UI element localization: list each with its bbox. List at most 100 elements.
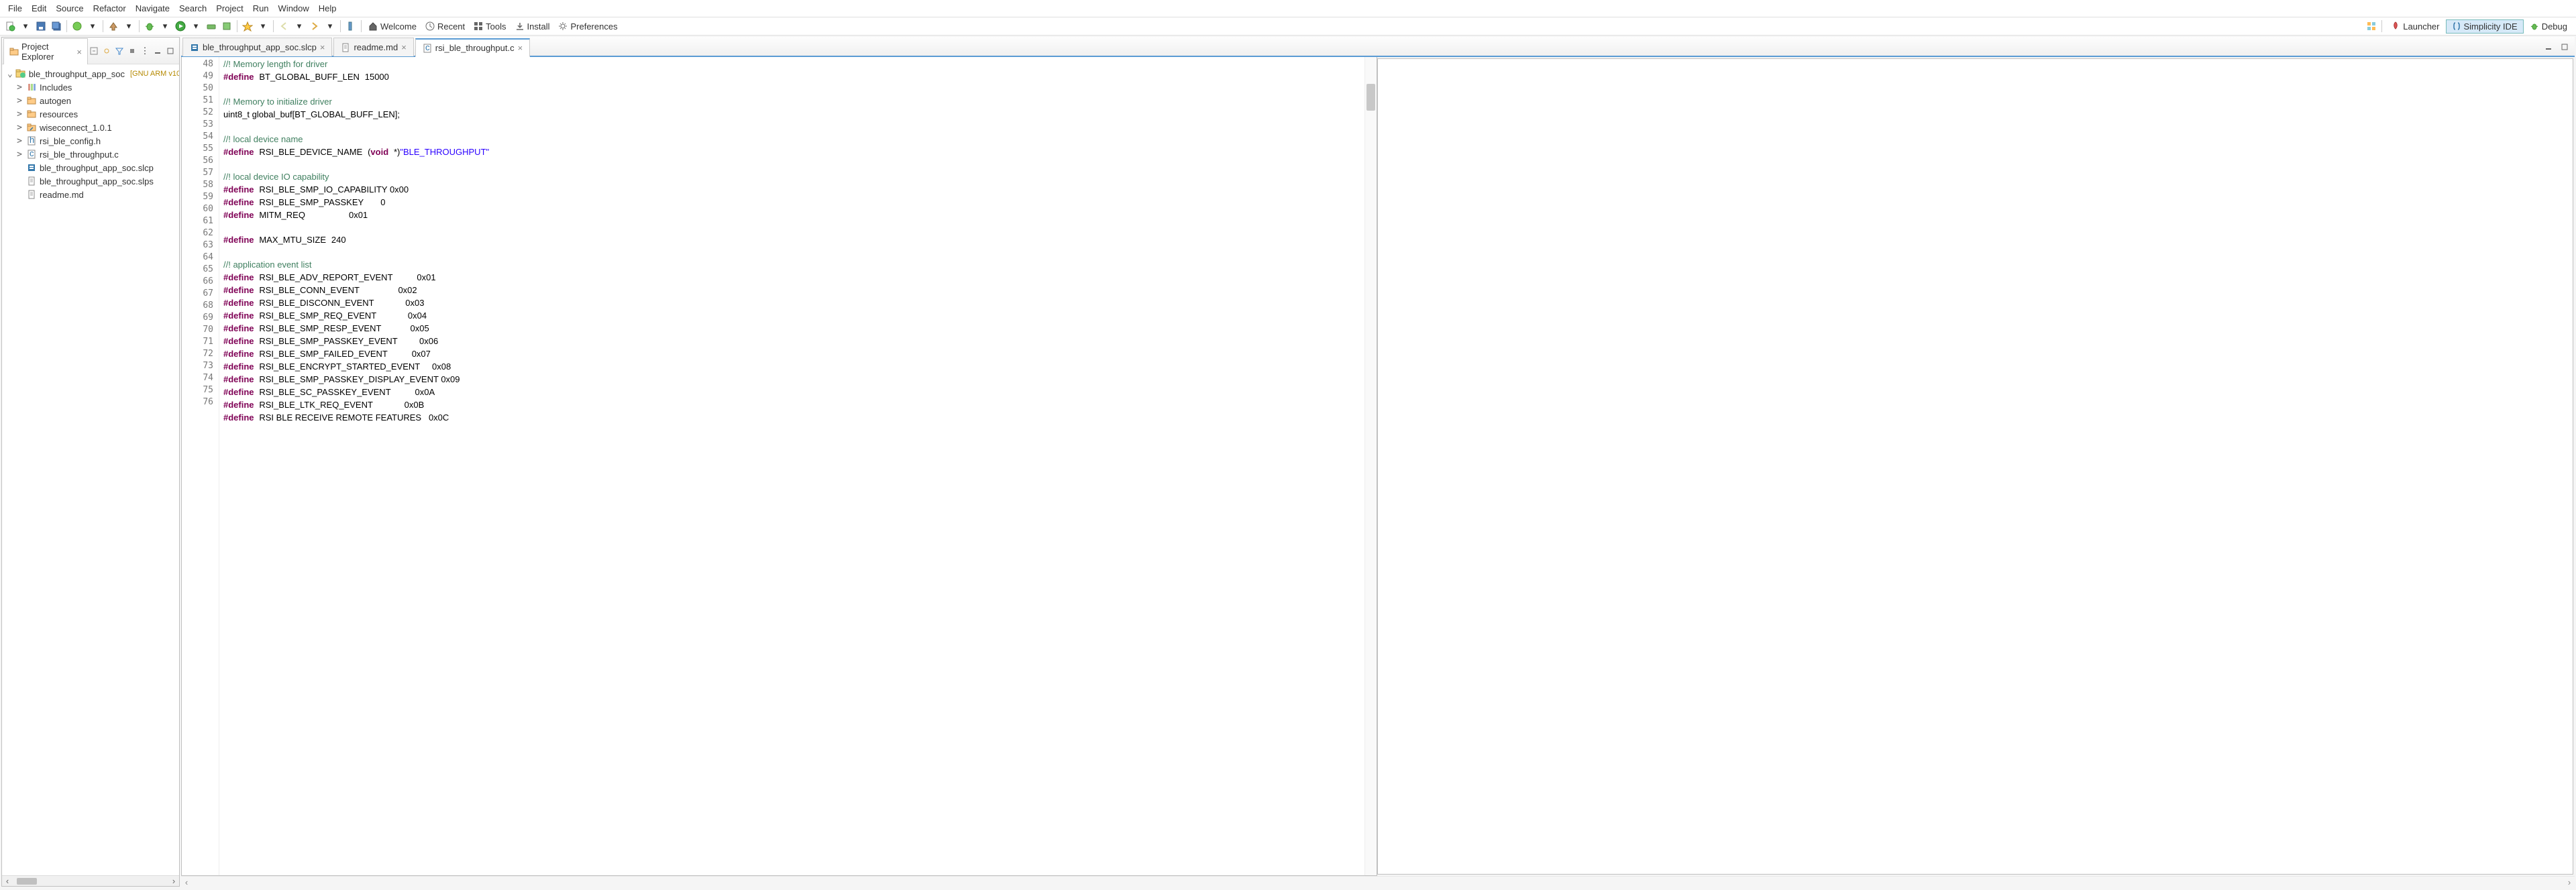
tree-item[interactable]: >resources [3, 107, 178, 121]
tools-button[interactable]: Tools [470, 19, 510, 34]
menu-file[interactable]: File [4, 1, 26, 15]
recent-button[interactable]: Recent [421, 19, 469, 34]
focus-button[interactable] [126, 45, 138, 57]
save-button[interactable] [34, 19, 48, 34]
overview-ruler[interactable] [1364, 57, 1377, 875]
menu-edit[interactable]: Edit [28, 1, 50, 15]
menu-refactor[interactable]: Refactor [89, 1, 130, 15]
preferences-button[interactable]: Preferences [554, 19, 621, 34]
minimize-button[interactable] [152, 45, 164, 57]
forward-dropdown[interactable]: ▾ [323, 19, 337, 34]
forward-button[interactable] [307, 19, 322, 34]
expand-toggle[interactable]: > [15, 150, 23, 160]
search-dropdown[interactable]: ▾ [256, 19, 270, 34]
back-dropdown[interactable]: ▾ [292, 19, 307, 34]
debug-button[interactable] [142, 19, 157, 34]
menu-project[interactable]: Project [212, 1, 247, 15]
tree-item[interactable]: ble_throughput_app_soc.slps [3, 174, 178, 188]
editor-tab[interactable]: readme.md× [333, 38, 413, 56]
code-editor[interactable]: 4849505152535455565758596061626364656667… [181, 57, 1377, 876]
open-perspective-button[interactable] [2364, 19, 2379, 34]
project-explorer-tab[interactable]: Project Explorer × [3, 38, 88, 64]
editor-tab[interactable]: ble_throughput_app_soc.slcp× [182, 38, 332, 56]
save-all-button[interactable] [49, 19, 64, 34]
perspective-simplicity-ide[interactable]: Simplicity IDE [2446, 19, 2524, 34]
tree-item[interactable]: >Includes [3, 80, 178, 94]
tree-item[interactable]: readme.md [3, 188, 178, 201]
perspective-debug[interactable]: Debug [2524, 19, 2573, 34]
bug-icon [2530, 21, 2539, 31]
welcome-button[interactable]: Welcome [364, 19, 421, 34]
scroll-left-icon[interactable]: ‹ [2, 876, 13, 886]
expand-toggle[interactable]: > [15, 96, 23, 106]
separator [361, 20, 362, 32]
expand-toggle[interactable]: > [15, 109, 23, 119]
run-button[interactable] [173, 19, 188, 34]
menu-source[interactable]: Source [52, 1, 87, 15]
new-button[interactable] [3, 19, 17, 34]
tree-root[interactable]: ⌄ ble_throughput_app_soc [GNU ARM v10. [3, 67, 178, 80]
collapse-all-button[interactable] [88, 45, 100, 57]
menu-window[interactable]: Window [274, 1, 313, 15]
minimize-editor-button[interactable] [2541, 40, 2556, 54]
board-button[interactable] [219, 19, 234, 34]
file-icon [26, 189, 37, 200]
code-content[interactable]: //! Memory length for driver #define BT_… [219, 57, 1364, 875]
tree-root-label: ble_throughput_app_soc [29, 69, 125, 79]
expand-toggle[interactable]: > [15, 123, 23, 133]
project-explorer-title: Project Explorer [21, 42, 70, 62]
folder-icon [26, 109, 37, 119]
editor-tab-label: readme.md [354, 42, 398, 52]
close-icon[interactable]: × [320, 42, 325, 52]
maximize-editor-button[interactable] [2557, 40, 2572, 54]
expand-toggle[interactable] [15, 176, 23, 186]
filter-button[interactable] [113, 45, 125, 57]
perspective-launcher[interactable]: Launcher [2385, 19, 2445, 34]
expand-toggle[interactable]: > [15, 82, 23, 93]
scroll-right-icon[interactable]: › [2564, 877, 2575, 887]
build-button[interactable] [106, 19, 121, 34]
debug-dropdown[interactable]: ▾ [158, 19, 172, 34]
close-icon[interactable]: × [401, 42, 407, 52]
tree-item[interactable]: >crsi_ble_throughput.c [3, 148, 178, 161]
overview-position[interactable] [1366, 84, 1375, 111]
link-editor-button[interactable] [101, 45, 113, 57]
profile-dropdown[interactable]: ▾ [85, 19, 100, 34]
expand-toggle[interactable]: > [15, 136, 23, 146]
tree-item[interactable]: >hrsi_ble_config.h [3, 134, 178, 148]
horizontal-scrollbar[interactable]: ‹ › [2, 875, 179, 886]
back-button[interactable] [276, 19, 291, 34]
menu-navigate[interactable]: Navigate [131, 1, 174, 15]
tree-item-label: rsi_ble_throughput.c [40, 150, 119, 160]
run-dropdown[interactable]: ▾ [189, 19, 203, 34]
scroll-thumb[interactable] [17, 878, 37, 885]
search-button[interactable] [240, 19, 255, 34]
close-icon[interactable]: × [518, 43, 523, 53]
expand-toggle[interactable] [15, 163, 23, 173]
flash-button[interactable] [204, 19, 219, 34]
maximize-button[interactable] [164, 45, 176, 57]
close-icon[interactable]: × [76, 47, 82, 57]
menu-search[interactable]: Search [175, 1, 211, 15]
view-menu-button[interactable]: ⋮ [139, 45, 151, 57]
build-dropdown[interactable]: ▾ [121, 19, 136, 34]
toggle-mark-button[interactable] [343, 19, 358, 34]
expand-toggle[interactable] [15, 190, 23, 200]
scroll-left-icon[interactable]: ‹ [181, 877, 192, 887]
line-number-gutter: 4849505152535455565758596061626364656667… [182, 57, 219, 875]
separator [340, 20, 341, 32]
tree-item[interactable]: ble_throughput_app_soc.slcp [3, 161, 178, 174]
project-tree[interactable]: ⌄ ble_throughput_app_soc [GNU ARM v10. >… [2, 64, 179, 875]
tree-item[interactable]: >wiseconnect_1.0.1 [3, 121, 178, 134]
menu-run[interactable]: Run [249, 1, 273, 15]
profile-button[interactable] [70, 19, 85, 34]
editor-horizontal-scrollbar[interactable]: ‹ › [181, 876, 2575, 887]
install-button[interactable]: Install [511, 19, 554, 34]
tree-item[interactable]: >autogen [3, 94, 178, 107]
expand-toggle[interactable]: ⌄ [7, 69, 13, 79]
hfile-icon: h [26, 135, 37, 146]
new-dropdown[interactable]: ▾ [18, 19, 33, 34]
editor-tab[interactable]: crsi_ble_throughput.c× [415, 38, 530, 57]
scroll-right-icon[interactable]: › [168, 876, 179, 886]
menu-help[interactable]: Help [315, 1, 341, 15]
